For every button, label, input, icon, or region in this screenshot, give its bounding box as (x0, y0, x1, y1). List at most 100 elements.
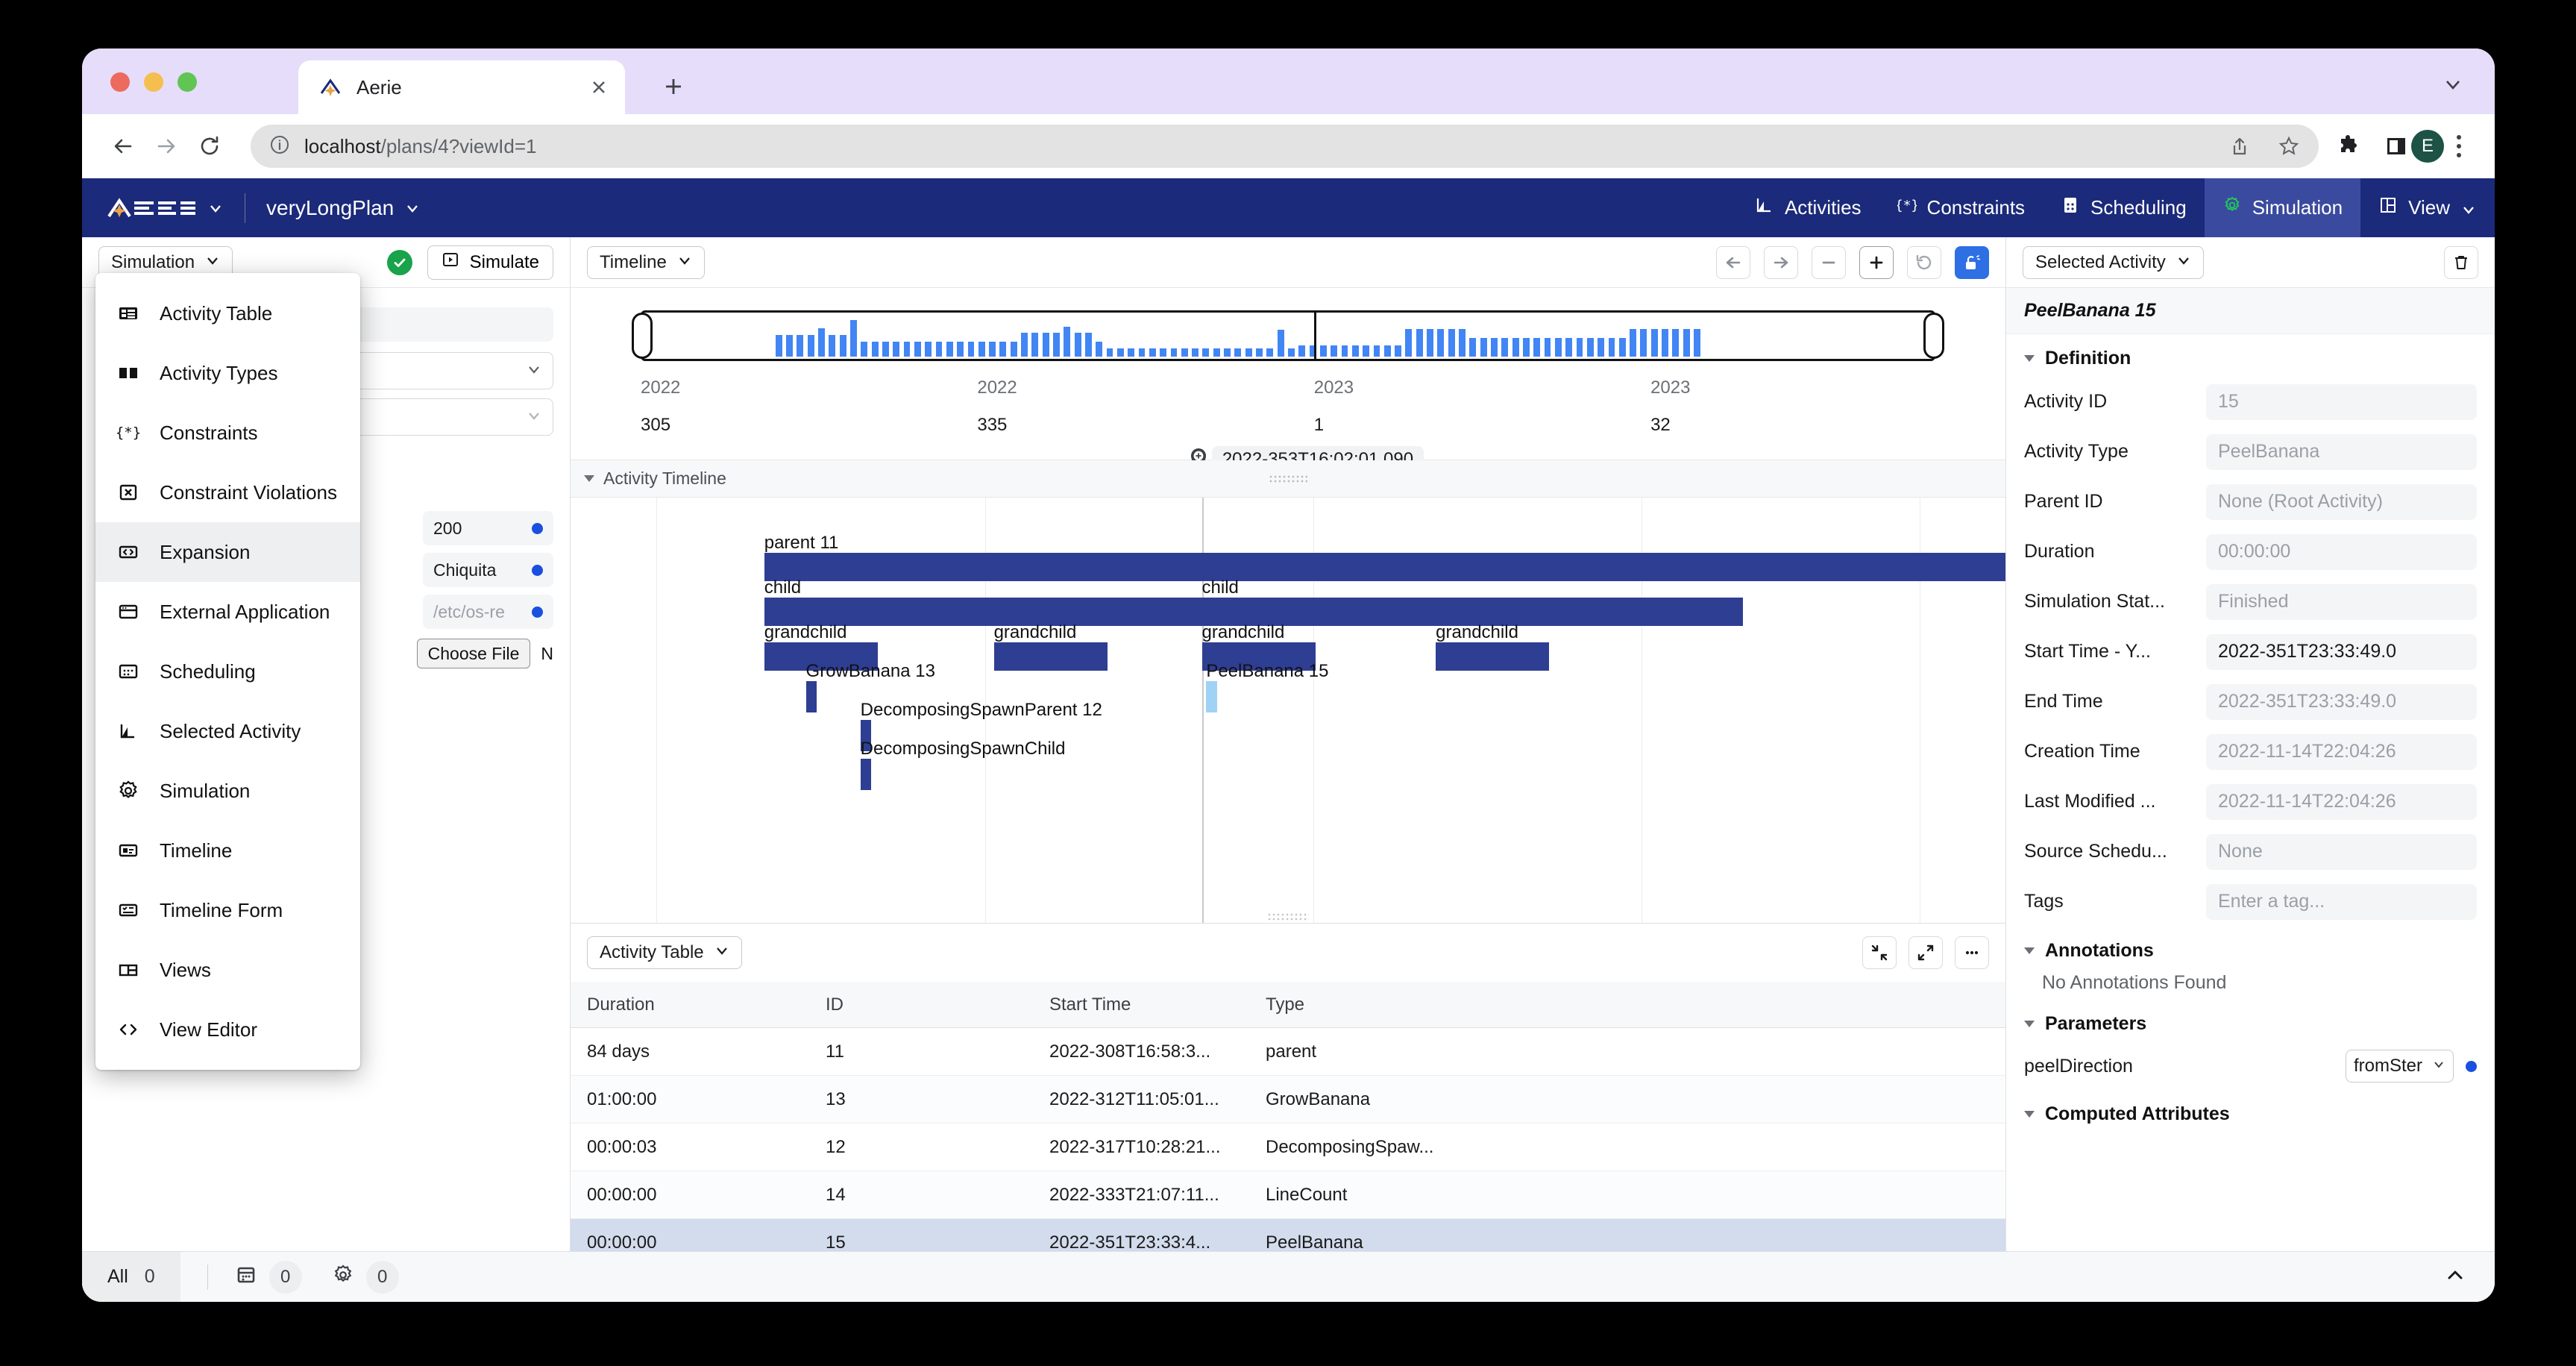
nav-activities[interactable]: Activities (1737, 178, 1879, 237)
status-collapse-button[interactable] (2443, 1262, 2495, 1291)
nav-view[interactable]: View (2360, 178, 2495, 237)
detail-field-value[interactable]: 2022-11-14T22:04:26 (2206, 783, 2477, 820)
status-scheduling-item[interactable]: 0 (235, 1260, 302, 1294)
timeline-activity-bar[interactable] (993, 642, 1108, 671)
right-panel-selector[interactable]: Selected Activity (2023, 245, 2204, 279)
menu-item-selected-activity[interactable]: Selected Activity (95, 701, 360, 761)
caret-down-icon[interactable] (2024, 1111, 2035, 1118)
table-row[interactable]: 00:00:03 12 2022-317T10:28:21... Decomposin… (571, 1124, 2005, 1171)
caret-down-icon[interactable] (2024, 355, 2035, 362)
forward-button[interactable] (145, 125, 188, 168)
nav-scheduling[interactable]: Scheduling (2043, 178, 2205, 237)
menu-item-simulation[interactable]: Simulation (95, 761, 360, 821)
table-column-header[interactable]: Start Time (1033, 994, 1249, 1015)
detail-field-value[interactable]: None (2206, 833, 2477, 870)
timeline-activity-bar[interactable] (1206, 681, 1217, 712)
pan-right-button[interactable] (1764, 245, 1798, 279)
site-info-icon[interactable] (268, 134, 291, 160)
detail-field-value[interactable]: Enter a tag... (2206, 883, 2477, 920)
new-tab-button[interactable] (658, 71, 689, 102)
timeline-activity-bar[interactable] (860, 759, 872, 790)
detail-field-value[interactable]: Finished (2206, 583, 2477, 620)
menu-item-external-application[interactable]: External Application (95, 582, 360, 642)
simulate-button[interactable]: Simulate (427, 245, 553, 280)
maximize-window-button[interactable] (178, 72, 197, 92)
reset-zoom-button[interactable] (1907, 245, 1941, 279)
table-row[interactable]: 84 days 11 2022-308T16:58:3... parent (571, 1028, 2005, 1076)
timeline-resize-grip[interactable] (1267, 912, 1309, 921)
timeline-activity[interactable]: grandchild (1436, 623, 1550, 671)
zoom-in-button[interactable] (1859, 245, 1894, 279)
timeline-activity-bar[interactable] (1436, 642, 1550, 671)
timeline-panel-selector[interactable]: Timeline (587, 245, 705, 279)
expand-panel-button[interactable] (1909, 936, 1943, 969)
section-definition[interactable]: Definition (2006, 334, 2495, 377)
address-bar[interactable]: localhost/plans/4?viewId=1 (251, 125, 2319, 168)
caret-down-icon[interactable] (2024, 1021, 2035, 1027)
menu-item-activity-types[interactable]: Activity Types (95, 343, 360, 403)
detail-field-value[interactable]: 2022-351T23:33:49.0 (2206, 683, 2477, 720)
minimize-window-button[interactable] (144, 72, 163, 92)
extensions-puzzle-icon[interactable] (2334, 131, 2363, 161)
timeline-activity[interactable]: PeelBanana 15 (1206, 662, 1328, 712)
browser-tab[interactable]: Aerie (298, 60, 625, 114)
caret-down-icon[interactable] (2024, 947, 2035, 954)
param-path-field[interactable]: /etc/os-re (423, 595, 553, 629)
param-text-field[interactable]: Chiquita (423, 553, 553, 587)
timeline-activity[interactable]: grandchild (993, 623, 1108, 671)
zoom-out-button[interactable] (1812, 245, 1846, 279)
table-row[interactable]: 00:00:00 15 2022-351T23:33:4... PeelBanana (571, 1219, 2005, 1251)
detail-field-value[interactable]: None (Root Activity) (2206, 483, 2477, 520)
bookmark-star-icon[interactable] (2274, 131, 2304, 161)
detail-field-value[interactable]: 2022-11-14T22:04:26 (2206, 733, 2477, 770)
profile-avatar[interactable]: E (2411, 130, 2444, 163)
section-computed-attributes[interactable]: Computed Attributes (2006, 1090, 2495, 1132)
activity-table-selector[interactable]: Activity Table (587, 936, 742, 969)
status-simulation-item[interactable]: 0 (332, 1260, 399, 1294)
timeline-activity-bar[interactable] (764, 553, 2005, 581)
share-icon[interactable] (2225, 131, 2255, 161)
side-panel-icon[interactable] (2381, 131, 2411, 161)
timeline-activity[interactable]: DecomposingSpawnChild (860, 739, 1065, 790)
timeline-activity-bar[interactable] (805, 681, 817, 712)
section-annotations[interactable]: Annotations (2006, 927, 2495, 969)
detail-field-value[interactable]: 00:00:00 (2206, 533, 2477, 570)
activity-timeline-canvas[interactable]: parent 11 child child grandchild grandchild g… (571, 498, 2005, 923)
table-column-header[interactable]: Type (1249, 994, 1458, 1015)
delete-activity-button[interactable] (2444, 245, 2478, 279)
menu-item-activity-table[interactable]: Activity Table (95, 283, 360, 343)
menu-item-timeline[interactable]: Timeline (95, 821, 360, 880)
timeline-brush[interactable] (632, 310, 1944, 361)
row-resize-grip[interactable] (1269, 474, 1307, 483)
tabstrip-collapse-icon[interactable] (2438, 69, 2468, 99)
close-tab-button[interactable] (586, 75, 612, 100)
nav-simulation[interactable]: Simulation (2204, 178, 2361, 237)
detail-field-value[interactable]: PeelBanana (2206, 433, 2477, 470)
lock-toggle-button[interactable] (1955, 245, 1989, 279)
close-window-button[interactable] (110, 72, 130, 92)
parameter-select[interactable]: fromSter (2346, 1050, 2454, 1083)
timeline-activity[interactable]: child (1201, 578, 1743, 626)
browser-menu-button[interactable] (2444, 130, 2474, 163)
timeline-activity[interactable]: child (764, 578, 1241, 626)
nav-constraints[interactable]: {*} Constraints (1879, 178, 2043, 237)
table-row[interactable]: 01:00:00 13 2022-312T11:05:01... GrowBanana (571, 1076, 2005, 1124)
choose-file-button[interactable]: Choose File (416, 639, 531, 668)
status-all-filter[interactable]: All 0 (82, 1251, 180, 1302)
more-options-button[interactable] (1955, 936, 1989, 969)
activity-timeline-header[interactable]: Activity Timeline (571, 460, 2005, 498)
menu-item-constraint-violations[interactable]: Constraint Violations (95, 463, 360, 522)
param-number-field[interactable]: 200 (423, 511, 553, 545)
menu-item-expansion[interactable]: Expansion (95, 522, 360, 582)
section-parameters[interactable]: Parameters (2006, 1000, 2495, 1042)
activity-table[interactable]: Duration ID Start Time Type 84 days 11 2022-30… (571, 982, 2005, 1251)
menu-item-views[interactable]: Views (95, 940, 360, 1000)
plan-selector[interactable]: veryLongPlan (266, 196, 421, 220)
back-button[interactable] (101, 125, 145, 168)
detail-field-value[interactable]: 15 (2206, 383, 2477, 420)
menu-item-view-editor[interactable]: View Editor (95, 1000, 360, 1059)
table-column-header[interactable]: Duration (571, 994, 809, 1015)
menu-item-timeline-form[interactable]: Timeline Form (95, 880, 360, 940)
menu-item-constraints[interactable]: {*} Constraints (95, 403, 360, 463)
table-row[interactable]: 00:00:00 14 2022-333T21:07:11... LineCount (571, 1171, 2005, 1219)
